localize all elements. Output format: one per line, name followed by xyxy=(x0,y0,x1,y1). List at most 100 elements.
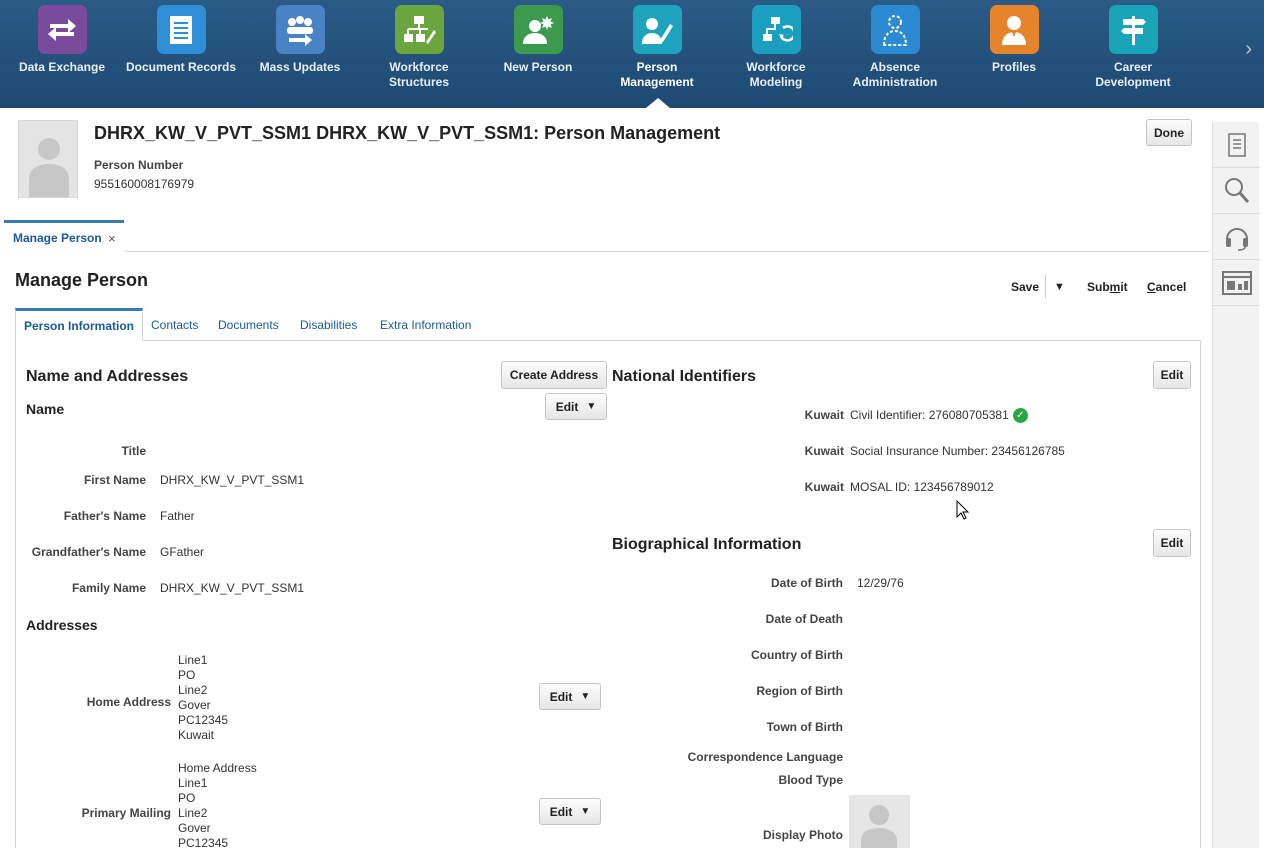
exchange-icon xyxy=(37,5,87,54)
field-value: DHRX_KW_V_PVT_SSM1 xyxy=(160,581,305,595)
side-panel xyxy=(1212,122,1260,848)
section-title-name-addresses: Name and Addresses xyxy=(26,368,189,385)
home-address-edit-button[interactable]: Edit ▼ xyxy=(539,683,601,710)
tab-extra-information[interactable]: Extra Information xyxy=(380,308,471,341)
active-pointer xyxy=(646,98,670,108)
identifier-value: MOSAL ID: 123456789012 xyxy=(850,480,994,494)
person-photo xyxy=(18,120,78,198)
identifier-value: Social Insurance Number: 23456126785 xyxy=(850,444,1065,458)
dropdown-arrow-icon: ▼ xyxy=(580,691,591,702)
identifier-country: Kuwait xyxy=(804,480,844,494)
region-title: Manage Person xyxy=(15,270,149,290)
signpost-icon xyxy=(1108,5,1158,54)
field-label: First Name xyxy=(83,473,146,487)
field-label: Town of Birth xyxy=(766,720,843,734)
springboard-label: Data Exchange xyxy=(18,60,106,74)
tasks-icon[interactable] xyxy=(1213,122,1260,168)
tab-disabilities[interactable]: Disabilities xyxy=(300,308,357,341)
help-headset-icon[interactable] xyxy=(1213,214,1260,260)
report-icon[interactable] xyxy=(1213,260,1260,306)
org-chart-icon xyxy=(394,5,444,54)
absence-icon xyxy=(870,5,920,54)
home-address-value: Line1 PO Line2 Gover PC12345 Kuwait xyxy=(178,653,229,742)
tab-contacts[interactable]: Contacts xyxy=(151,308,198,341)
identifier-country: Kuwait xyxy=(804,444,844,458)
group-icon xyxy=(275,5,325,54)
springboard-label: Mass Updates xyxy=(259,60,341,74)
cancel-button[interactable]: Cancel xyxy=(1147,280,1186,294)
identifier-value: Civil Identifier: 276080705381 ✓ xyxy=(850,408,1028,424)
field-label: Display Photo xyxy=(762,828,843,842)
springboard-workforce-modeling[interactable]: Workforce Modeling xyxy=(720,5,832,90)
springboard: Data Exchange Document Records Mass Upda… xyxy=(0,0,1264,108)
springboard-career-development[interactable]: Career Development xyxy=(1077,5,1189,90)
subtab-bar: Person Information Contacts Documents Di… xyxy=(15,308,1201,341)
submit-button[interactable]: Submit xyxy=(1087,280,1128,294)
subsection-title-name: Name xyxy=(26,401,65,417)
springboard-label: Absence Administration xyxy=(852,60,938,89)
document-tabstrip: Manage Person × xyxy=(4,220,1210,252)
home-address-label: Home Address xyxy=(86,695,171,709)
field-label: Date of Birth xyxy=(771,576,843,590)
primary-mailing-edit-button[interactable]: Edit ▼ xyxy=(539,798,601,825)
primary-mailing-value: Home Address Line1 PO Line2 Gover PC1234… xyxy=(178,761,257,848)
field-value: Father xyxy=(160,509,195,523)
save-dropdown-icon[interactable]: ▼ xyxy=(1054,281,1065,293)
save-button[interactable]: Save xyxy=(1011,280,1039,294)
section-title-national-identifiers: National Identifiers xyxy=(612,368,757,385)
primary-mailing-label: Primary Mailing xyxy=(81,806,171,820)
field-label: Date of Death xyxy=(765,612,843,626)
field-value: GFather xyxy=(160,545,205,559)
modeling-icon xyxy=(751,5,801,54)
biographical-edit-button[interactable]: Edit xyxy=(1153,529,1191,557)
person-number-label: Person Number xyxy=(94,158,184,172)
springboard-label: Document Records xyxy=(125,60,237,74)
profile-icon xyxy=(989,5,1039,54)
dropdown-arrow-icon: ▼ xyxy=(580,806,591,817)
name-edit-button[interactable]: Edit ▼ xyxy=(545,393,607,420)
tab-person-information[interactable]: Person Information xyxy=(15,308,144,341)
done-button[interactable]: Done xyxy=(1146,119,1192,146)
page-title: DHRX_KW_V_PVT_SSM1 DHRX_KW_V_PVT_SSM1: P… xyxy=(94,123,721,143)
main-region: DHRX_KW_V_PVT_SSM1 DHRX_KW_V_PVT_SSM1: P… xyxy=(4,108,1210,848)
create-address-button[interactable]: Create Address xyxy=(501,361,607,389)
springboard-label: Profiles xyxy=(991,60,1036,74)
field-label: Father's Name xyxy=(63,509,146,523)
mouse-cursor xyxy=(956,499,970,523)
springboard-mass-updates[interactable]: Mass Updates xyxy=(244,5,356,75)
field-value: DHRX_KW_V_PVT_SSM1 xyxy=(160,473,305,487)
springboard-absence-administration[interactable]: Absence Administration xyxy=(839,5,951,90)
springboard-workforce-structures[interactable]: Workforce Structures xyxy=(363,5,475,90)
divider xyxy=(1045,274,1046,298)
field-label: Correspondence Language xyxy=(687,750,843,764)
chevron-right-icon[interactable]: › xyxy=(1245,38,1252,61)
section-title-biographical: Biographical Information xyxy=(612,536,802,553)
tab-documents[interactable]: Documents xyxy=(218,308,279,341)
field-label: Grandfather's Name xyxy=(31,545,146,559)
person-number-value: 955160008176979 xyxy=(94,177,195,191)
springboard-profiles[interactable]: Profiles xyxy=(958,5,1070,75)
identifier-country: Kuwait xyxy=(804,408,844,422)
field-value: 12/29/76 xyxy=(857,576,904,590)
document-icon xyxy=(156,5,206,54)
dropdown-arrow-icon: ▼ xyxy=(586,401,597,412)
springboard-label: Career Development xyxy=(1095,60,1171,89)
springboard-label: Person Management xyxy=(620,60,694,89)
springboard-data-exchange[interactable]: Data Exchange xyxy=(6,5,118,75)
springboard-new-person[interactable]: New Person xyxy=(482,5,594,75)
close-icon[interactable]: × xyxy=(108,231,116,246)
springboard-label: Workforce Structures xyxy=(388,60,450,89)
tab-label: Manage Person xyxy=(13,231,102,245)
national-identifiers-edit-button[interactable]: Edit xyxy=(1153,361,1191,389)
springboard-person-management[interactable]: Person Management xyxy=(601,5,713,90)
tab-manage-person[interactable]: Manage Person × xyxy=(4,220,124,252)
springboard-document-records[interactable]: Document Records xyxy=(125,5,237,75)
field-label: Blood Type xyxy=(778,773,843,787)
field-label: Family Name xyxy=(71,581,146,595)
springboard-label: Workforce Modeling xyxy=(746,60,806,89)
new-person-icon xyxy=(513,5,563,54)
display-photo xyxy=(849,795,910,848)
search-icon[interactable] xyxy=(1213,168,1260,214)
verified-check-icon: ✓ xyxy=(1012,408,1028,424)
person-edit-icon xyxy=(632,5,682,54)
